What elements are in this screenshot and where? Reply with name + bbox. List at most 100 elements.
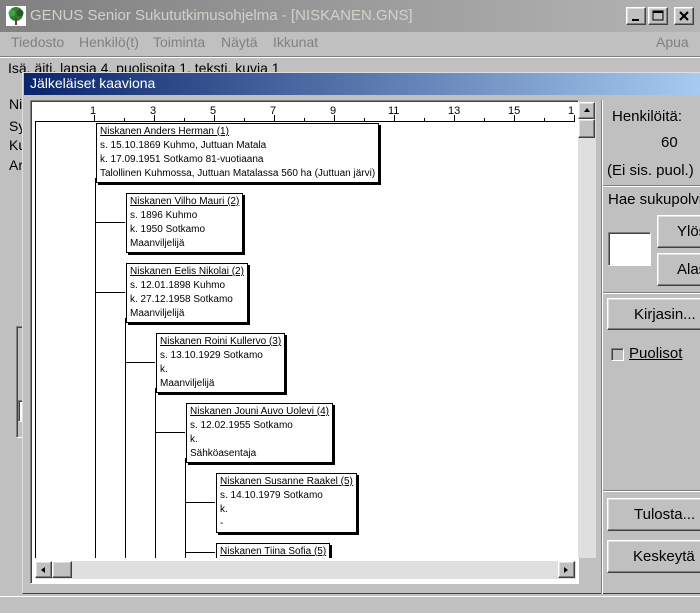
close-icon bbox=[679, 11, 689, 21]
ruler-tick bbox=[574, 115, 575, 121]
scroll-right-button[interactable] bbox=[558, 561, 575, 578]
horizontal-scroll-thumb[interactable] bbox=[52, 561, 72, 578]
person-detail: s. 13.10.1929 Sotkamo bbox=[160, 350, 263, 361]
person-detail: s. 1896 Kuhmo bbox=[130, 210, 198, 221]
person-name: Niskanen Anders Herman (1) bbox=[100, 126, 229, 137]
person-name: Niskanen Eelis Nikolai (2) bbox=[130, 266, 244, 277]
menu-separator bbox=[0, 56, 700, 58]
maximize-button[interactable] bbox=[648, 7, 668, 25]
menu-henkilot[interactable]: Henkilö(t) bbox=[79, 34, 139, 50]
descendant-chart-canvas[interactable]: Niskanen Anders Herman (1) s. 15.10.1869… bbox=[35, 122, 575, 558]
menu-toiminta[interactable]: Toiminta bbox=[153, 34, 205, 50]
menu-bar: Tiedosto Henkilö(t) Toiminta Näytä Ikkun… bbox=[0, 32, 700, 54]
persons-label: Henkilöitä: bbox=[612, 108, 683, 125]
panel-divider bbox=[601, 100, 603, 594]
font-button-label: Kirjasin... bbox=[634, 306, 696, 323]
person-box[interactable]: Niskanen Tiina Sofia (5) bbox=[216, 543, 331, 558]
right-panel: Henkilöitä: 60 (Ei sis. puol.) Hae sukup… bbox=[601, 100, 700, 594]
person-detail: k. 1950 Sotkamo bbox=[130, 224, 206, 235]
ruler-tick bbox=[514, 115, 515, 121]
connector-line bbox=[125, 362, 155, 363]
ruler-tick bbox=[304, 118, 305, 121]
connector-line bbox=[185, 502, 215, 503]
spouses-checkbox[interactable] bbox=[611, 348, 624, 361]
connector-line bbox=[185, 458, 186, 558]
person-box[interactable]: Niskanen Eelis Nikolai (2) s. 12.01.1898… bbox=[126, 263, 248, 323]
left-fragment: Ar bbox=[9, 157, 23, 173]
cancel-button[interactable]: Keskeytä bbox=[607, 540, 700, 573]
panel-separator bbox=[603, 292, 700, 294]
person-detail: k. bbox=[160, 364, 168, 375]
ruler-tick bbox=[124, 118, 125, 121]
horizontal-scrollbar[interactable] bbox=[35, 561, 576, 579]
connector-line bbox=[185, 552, 215, 553]
ruler-tick bbox=[544, 118, 545, 121]
search-generation-label: Hae sukupolvi bbox=[608, 191, 700, 208]
person-detail: s. 15.10.1869 Kuhmo, Juttuan Matala bbox=[100, 140, 267, 151]
tree-app-icon bbox=[6, 6, 26, 26]
connector-line bbox=[155, 388, 156, 558]
ruler-tick bbox=[244, 118, 245, 121]
person-name: Niskanen Jouni Auvo Uolevi (4) bbox=[190, 406, 329, 417]
ruler-tick bbox=[364, 118, 365, 121]
person-box[interactable]: Niskanen Susanne Raakel (5) s. 14.10.197… bbox=[216, 473, 357, 533]
vertical-scrollbar[interactable] bbox=[578, 102, 596, 558]
down-button-label: Alas bbox=[677, 261, 700, 278]
menu-apua[interactable]: Apua bbox=[656, 34, 689, 50]
menu-tiedosto[interactable]: Tiedosto bbox=[11, 34, 64, 50]
person-detail: s. 12.01.1898 Kuhmo bbox=[130, 280, 226, 291]
person-box[interactable]: Niskanen Anders Herman (1) s. 15.10.1869… bbox=[96, 123, 380, 183]
main-window-title: GENUS Senior Sukututkimusohjelma - [NISK… bbox=[30, 7, 413, 24]
minimize-icon bbox=[632, 19, 639, 21]
person-detail: s. 12.02.1955 Sotkamo bbox=[190, 420, 293, 431]
maximize-icon bbox=[652, 10, 664, 21]
close-button[interactable] bbox=[674, 7, 694, 25]
person-detail: Talollinen Kuhmossa, Juttuan Matalassa 5… bbox=[100, 168, 376, 179]
connector-line bbox=[95, 222, 125, 223]
connector-line bbox=[95, 292, 125, 293]
person-box[interactable]: Niskanen Roini Kullervo (3) s. 13.10.192… bbox=[156, 333, 286, 393]
print-button[interactable]: Tulosta... bbox=[607, 498, 700, 531]
spouses-label[interactable]: Puolisot bbox=[629, 345, 682, 362]
person-detail: s. 14.10.1979 Sotkamo bbox=[220, 490, 323, 501]
arrow-left-icon bbox=[41, 567, 45, 573]
ruler-tick bbox=[274, 115, 275, 121]
ruler-tick bbox=[454, 115, 455, 121]
ruler-tick bbox=[94, 115, 95, 121]
person-detail: k. 27.12.1958 Sotkamo bbox=[130, 294, 233, 305]
person-detail: k. 17.09.1951 Sotkamo 81-vuotiaana bbox=[100, 154, 264, 165]
ruler-tick bbox=[334, 115, 335, 121]
spouses-label-text: Puolisot bbox=[629, 345, 683, 362]
person-name: Niskanen Susanne Raakel (5) bbox=[220, 476, 353, 487]
minimize-button[interactable] bbox=[626, 7, 646, 25]
arrow-up-icon bbox=[584, 108, 590, 112]
ruler-tick bbox=[424, 118, 425, 121]
cancel-button-label: Keskeytä bbox=[633, 548, 695, 565]
person-detail: - bbox=[220, 518, 224, 529]
vertical-scroll-thumb[interactable] bbox=[578, 119, 595, 138]
ruler-tick bbox=[184, 118, 185, 121]
menu-ikkunat[interactable]: Ikkunat bbox=[273, 34, 318, 50]
font-button[interactable]: Kirjasin... bbox=[607, 298, 700, 330]
person-detail: Maanviljelijä bbox=[130, 308, 185, 319]
person-detail: Maanviljelijä bbox=[130, 238, 185, 249]
person-name: Niskanen Tiina Sofia (5) bbox=[220, 546, 327, 557]
menu-nayta[interactable]: Näytä bbox=[221, 34, 258, 50]
person-box[interactable]: Niskanen Vilho Mauri (2) s. 1896 Kuhmo k… bbox=[126, 193, 244, 253]
ruler-tick bbox=[394, 115, 395, 121]
exclusion-note: (Ei sis. puol.) bbox=[607, 162, 694, 179]
person-detail: Maanviljelijä bbox=[160, 378, 215, 389]
person-box[interactable]: Niskanen Jouni Auvo Uolevi (4) s. 12.02.… bbox=[186, 403, 333, 463]
scroll-left-button[interactable] bbox=[35, 561, 52, 578]
dialog-titlebar: Jälkeläiset kaaviona bbox=[24, 73, 700, 95]
generation-input[interactable] bbox=[608, 232, 651, 266]
connector-line bbox=[125, 318, 126, 558]
person-detail: k. bbox=[190, 434, 198, 445]
scroll-up-button[interactable] bbox=[578, 102, 595, 119]
down-button[interactable]: Alas bbox=[657, 253, 700, 286]
dialog-title: Jälkeläiset kaaviona bbox=[30, 75, 156, 91]
person-name: Niskanen Vilho Mauri (2) bbox=[130, 196, 240, 207]
up-button[interactable]: Ylös bbox=[657, 215, 700, 248]
left-fragment: Ni bbox=[9, 96, 23, 112]
panel-separator bbox=[603, 185, 700, 187]
